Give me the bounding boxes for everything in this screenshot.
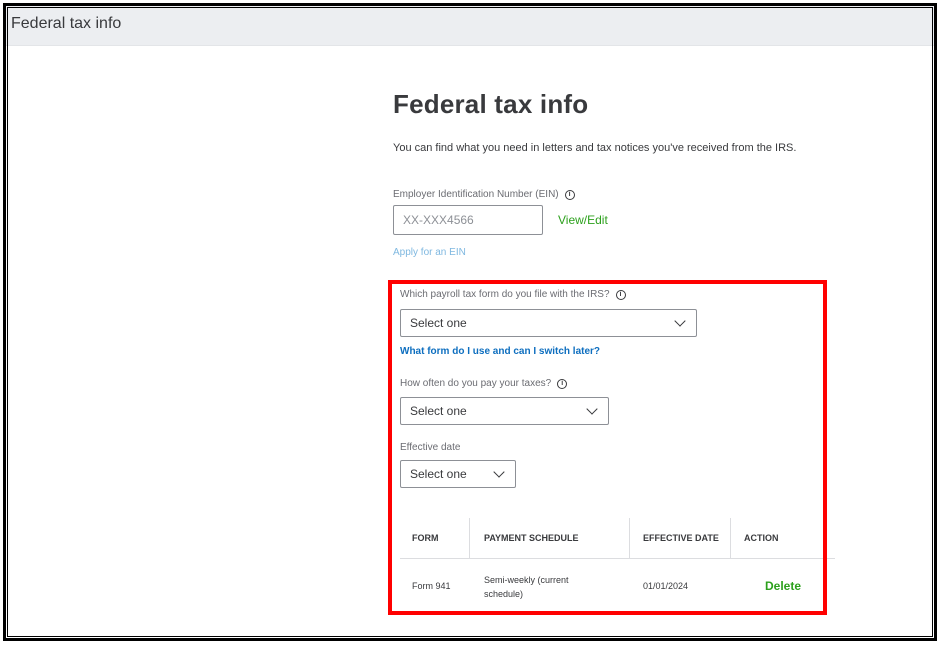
window-inner-border	[7, 7, 933, 637]
window-frame: Federal tax info Federal tax info You ca…	[3, 3, 937, 641]
